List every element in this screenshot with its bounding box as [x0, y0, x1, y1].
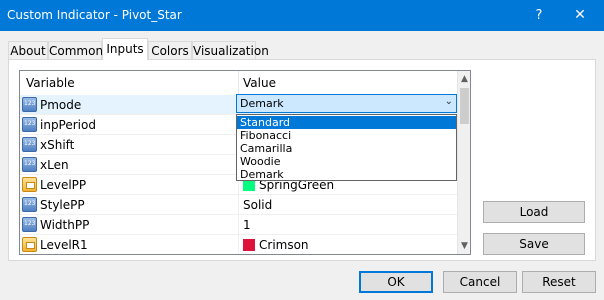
window-title: Custom Indicator - Pivot_Star — [7, 8, 182, 22]
row-value[interactable]: Crimson — [243, 238, 309, 252]
row-name: inpPeriod — [40, 118, 96, 132]
color-icon — [22, 177, 37, 192]
load-button[interactable]: Load — [483, 201, 585, 223]
reset-button[interactable]: Reset — [522, 271, 596, 293]
save-button[interactable]: Save — [483, 233, 585, 255]
column-divider — [238, 195, 239, 215]
dropdown-option-standard[interactable]: Standard — [237, 116, 456, 129]
scroll-thumb[interactable] — [460, 88, 469, 124]
grid-header: Variable Value — [20, 71, 457, 96]
pmode-dropdown-list: Standard Fibonacci Camarilla Woodie Dema… — [236, 114, 457, 181]
row-name: xShift — [40, 138, 75, 152]
column-divider — [238, 215, 239, 235]
row-name: Pmode — [40, 98, 82, 112]
table-row[interactable]: StylePP Solid — [20, 195, 457, 215]
number-icon — [22, 97, 37, 112]
tab-visualization[interactable]: Visualization — [192, 41, 269, 59]
number-icon — [22, 117, 37, 132]
column-header-value[interactable]: Value — [243, 76, 276, 90]
table-row[interactable]: LevelR1 Crimson — [20, 235, 457, 254]
row-value[interactable]: Solid — [243, 198, 272, 212]
table-row[interactable]: WidthPP 1 — [20, 215, 457, 235]
ok-button[interactable]: OK — [359, 271, 433, 293]
vertical-scrollbar[interactable]: ▲ ▼ — [457, 71, 470, 254]
tab-colors[interactable]: Colors — [148, 41, 192, 59]
number-icon — [22, 197, 37, 212]
column-divider[interactable] — [238, 71, 239, 95]
row-name: xLen — [40, 158, 69, 172]
number-icon — [22, 137, 37, 152]
column-header-variable[interactable]: Variable — [26, 76, 75, 90]
row-name: LevelR1 — [40, 238, 88, 252]
scroll-up-icon[interactable]: ▲ — [458, 71, 470, 87]
tab-inputs[interactable]: Inputs — [102, 38, 148, 60]
help-button[interactable]: ? — [519, 0, 559, 31]
number-icon — [22, 217, 37, 232]
row-value-text: Crimson — [259, 238, 309, 252]
color-swatch — [243, 239, 255, 251]
cancel-button[interactable]: Cancel — [443, 271, 517, 293]
chevron-down-icon[interactable]: ⌄ — [445, 96, 453, 107]
combobox-value: Demark — [240, 97, 284, 110]
row-name: LevelPP — [40, 178, 87, 192]
pmode-combobox[interactable]: Demark ⌄ — [236, 94, 457, 113]
dropdown-option-woodie[interactable]: Woodie — [237, 155, 456, 168]
scroll-down-icon[interactable]: ▼ — [458, 238, 470, 254]
row-value[interactable]: 1 — [243, 218, 251, 232]
close-icon[interactable]: ✕ — [560, 0, 600, 31]
dropdown-option-demark[interactable]: Demark — [237, 168, 456, 181]
row-name: StylePP — [40, 198, 85, 212]
tab-about[interactable]: About — [8, 41, 48, 59]
dropdown-option-fibonacci[interactable]: Fibonacci — [237, 129, 456, 142]
color-icon — [22, 237, 37, 252]
title-bar: Custom Indicator - Pivot_Star ? ✕ — [0, 0, 604, 31]
dropdown-option-camarilla[interactable]: Camarilla — [237, 142, 456, 155]
column-divider — [238, 235, 239, 254]
row-name: WidthPP — [40, 218, 90, 232]
tab-common[interactable]: Common — [48, 41, 103, 59]
number-icon — [22, 157, 37, 172]
